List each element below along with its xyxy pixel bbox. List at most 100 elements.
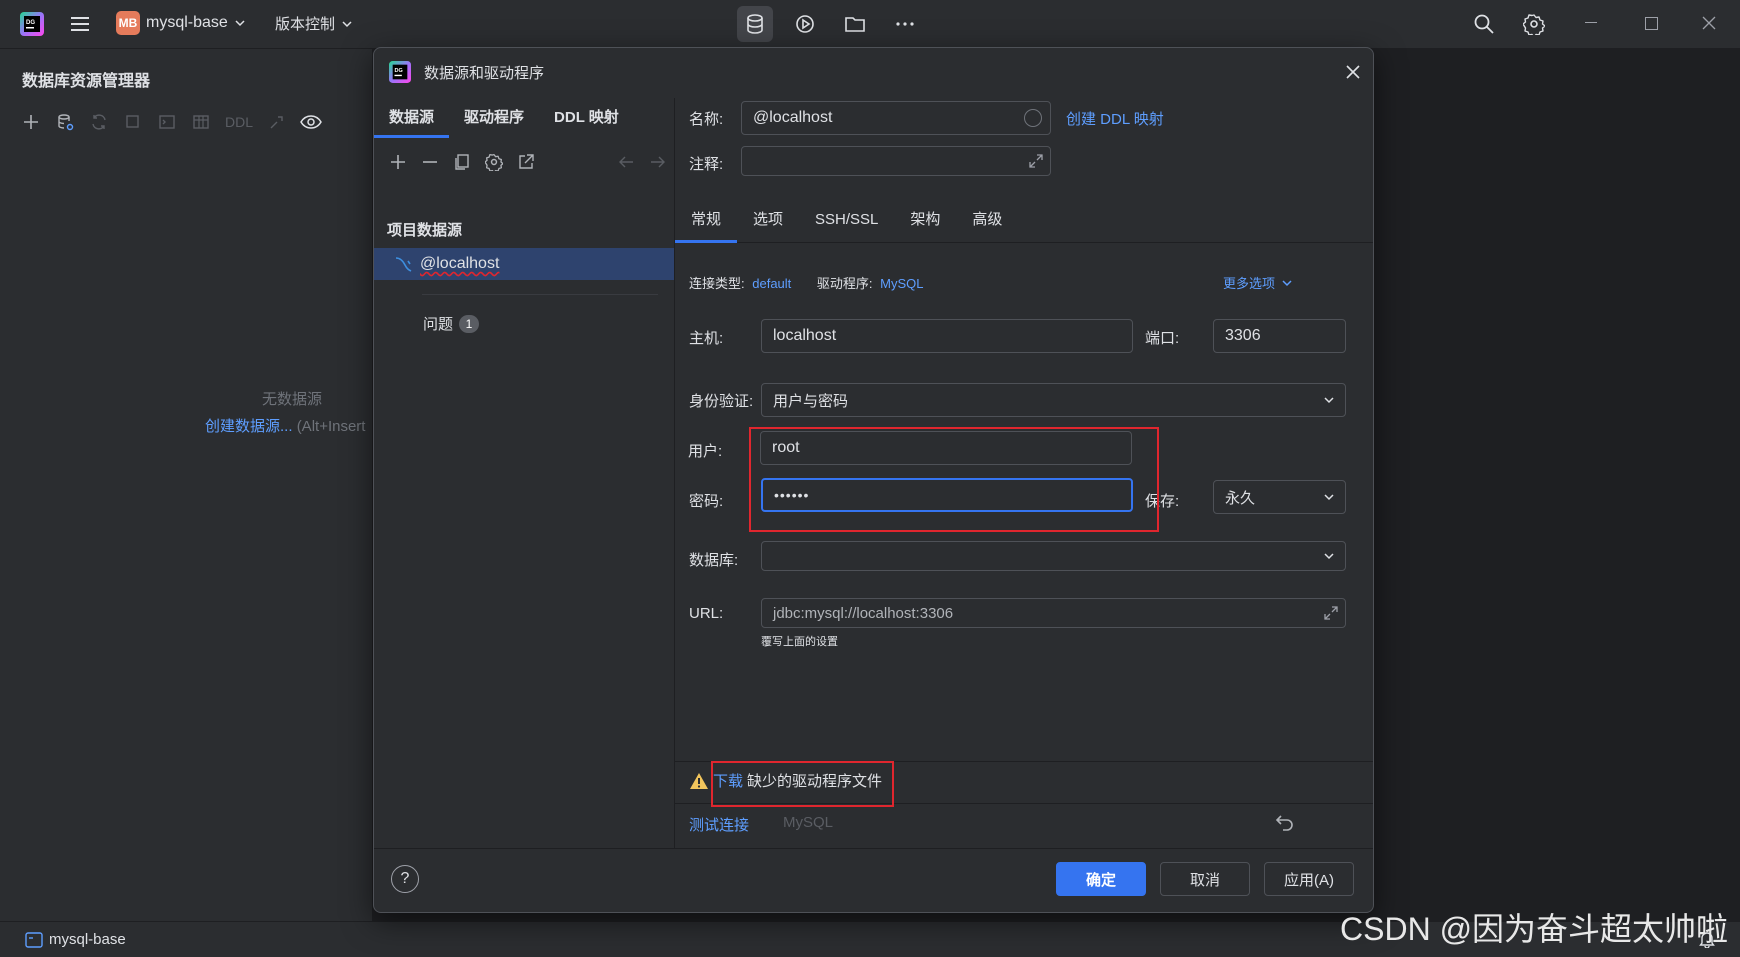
refresh-icon[interactable]: [86, 109, 112, 135]
expand-icon[interactable]: [1323, 605, 1339, 621]
test-driver-label: MySQL: [783, 814, 834, 831]
database-select[interactable]: [761, 541, 1346, 571]
duplicate-icon[interactable]: [450, 150, 474, 174]
cancel-button[interactable]: 取消: [1160, 862, 1250, 896]
search-icon[interactable]: [1466, 6, 1502, 42]
settings-icon[interactable]: [482, 150, 506, 174]
add-icon[interactable]: [18, 109, 44, 135]
name-value: @localhost: [753, 109, 833, 126]
remove-icon[interactable]: [418, 150, 442, 174]
datagrip-logo-icon[interactable]: DG: [20, 12, 44, 36]
conn-type-value[interactable]: default: [752, 276, 791, 291]
ok-button[interactable]: 确定: [1056, 862, 1146, 896]
driver-label: 驱动程序:: [816, 276, 873, 291]
project-icon: [25, 931, 43, 948]
settings-subtabs: 常规 选项 SSH/SSL 架构 高级: [675, 198, 1373, 243]
apply-button[interactable]: 应用(A): [1264, 862, 1354, 896]
mysql-icon: [395, 257, 412, 272]
port-value: 3306: [1225, 327, 1261, 344]
run-icon[interactable]: [787, 6, 823, 42]
url-field[interactable]: jdbc:mysql://localhost:3306: [761, 598, 1346, 628]
tab-ddl-mappings[interactable]: DDL 映射: [539, 98, 634, 138]
jump-icon[interactable]: [264, 109, 290, 135]
create-datasource-link[interactable]: 创建数据源...: [205, 418, 293, 435]
host-field[interactable]: localhost: [761, 319, 1133, 353]
auth-value: 用户与密码: [773, 392, 849, 410]
export-icon[interactable]: [514, 150, 538, 174]
minimize-button[interactable]: [1585, 22, 1597, 23]
download-link[interactable]: 下载: [713, 770, 743, 791]
port-field[interactable]: 3306: [1213, 319, 1346, 353]
url-label: URL:: [689, 605, 724, 622]
folder-icon[interactable]: [837, 6, 873, 42]
stop-icon[interactable]: [120, 109, 146, 135]
problems-label: 问题: [423, 316, 454, 333]
forward-arrow-icon[interactable]: [646, 150, 670, 174]
subtab-options[interactable]: 选项: [737, 198, 799, 242]
create-ddl-mapping-link[interactable]: 创建 DDL 映射: [1066, 108, 1164, 129]
url-hint: 覆写上面的设置: [761, 636, 838, 648]
port-label: 端口:: [1145, 330, 1180, 347]
project-selector[interactable]: MB mysql-base: [116, 11, 246, 35]
chevron-down-icon: [235, 20, 245, 27]
save-value: 永久: [1225, 489, 1256, 507]
help-icon[interactable]: ?: [391, 865, 419, 893]
table-icon[interactable]: [188, 109, 214, 135]
tab-drivers[interactable]: 驱动程序: [449, 98, 539, 138]
console-icon[interactable]: [154, 109, 180, 135]
close-window-button[interactable]: [1702, 16, 1716, 30]
user-field[interactable]: root: [760, 431, 1132, 465]
add-icon[interactable]: [386, 150, 410, 174]
save-label: 保存:: [1145, 493, 1180, 510]
subtab-advanced[interactable]: 高级: [956, 198, 1018, 242]
chevron-down-icon: [1282, 279, 1292, 286]
title-bar: DG MB mysql-base 版本控制: [0, 0, 1740, 49]
more-options-button[interactable]: 更多选项: [1223, 273, 1293, 292]
database-icon[interactable]: [737, 6, 773, 42]
dialog-tabs: 数据源 驱动程序 DDL 映射: [374, 98, 674, 138]
back-arrow-icon[interactable]: [614, 150, 638, 174]
panel-title: 数据库资源管理器: [22, 73, 151, 90]
more-icon[interactable]: [887, 6, 923, 42]
divider: [374, 848, 1373, 849]
database-explorer-panel: 数据库资源管理器 DDL 无数据源 创建数据源... (Alt+Insert: [0, 49, 372, 921]
problems-item[interactable]: 问题 1: [423, 313, 480, 334]
divider: [675, 803, 1373, 804]
close-dialog-button[interactable]: [1346, 65, 1360, 79]
subtab-ssh-ssl[interactable]: SSH/SSL: [799, 198, 894, 242]
shortcut-hint: (Alt+Insert: [296, 418, 366, 435]
main-menu-icon[interactable]: [68, 12, 92, 36]
watermark: CSDN @因为奋斗超太帅啦: [1340, 911, 1729, 947]
maximize-button[interactable]: [1645, 17, 1658, 30]
section-title: 项目数据源: [387, 222, 463, 239]
driver-value[interactable]: MySQL: [880, 276, 923, 291]
missing-driver-warning: 下载 缺少的驱动程序文件: [689, 770, 882, 791]
view-options-eye-icon[interactable]: [298, 109, 324, 135]
chevron-down-icon: [1324, 494, 1334, 501]
tab-datasources[interactable]: 数据源: [374, 98, 450, 138]
vcs-menu[interactable]: 版本控制: [275, 13, 353, 34]
status-project[interactable]: mysql-base: [25, 931, 126, 948]
expand-icon[interactable]: [1028, 153, 1044, 169]
settings-gear-icon[interactable]: [1516, 6, 1552, 42]
color-circle-icon[interactable]: [1024, 109, 1042, 127]
auth-select[interactable]: 用户与密码: [761, 383, 1346, 417]
user-value: root: [772, 439, 800, 456]
datasource-list-toolbar: [386, 150, 670, 174]
comment-field[interactable]: [741, 146, 1051, 176]
password-field[interactable]: ••••••: [761, 478, 1133, 512]
warning-text: 缺少的驱动程序文件: [747, 773, 883, 790]
save-select[interactable]: 永久: [1213, 480, 1346, 514]
auth-label: 身份验证:: [689, 393, 754, 410]
test-connection-link[interactable]: 测试连接: [689, 814, 749, 835]
subtab-general[interactable]: 常规: [675, 198, 738, 243]
ddl-button[interactable]: DDL: [222, 109, 256, 135]
datasource-settings-pane: 名称: @localhost 创建 DDL 映射 注释: 常规 选项 SSH/S…: [675, 98, 1373, 848]
comment-label: 注释:: [689, 156, 724, 173]
subtab-schemas[interactable]: 架构: [894, 198, 956, 242]
datasource-item-localhost[interactable]: @localhost: [374, 248, 674, 280]
name-field[interactable]: @localhost: [741, 101, 1051, 135]
revert-icon[interactable]: [1275, 813, 1295, 831]
host-value: localhost: [773, 327, 837, 344]
datasource-properties-icon[interactable]: [52, 109, 78, 135]
